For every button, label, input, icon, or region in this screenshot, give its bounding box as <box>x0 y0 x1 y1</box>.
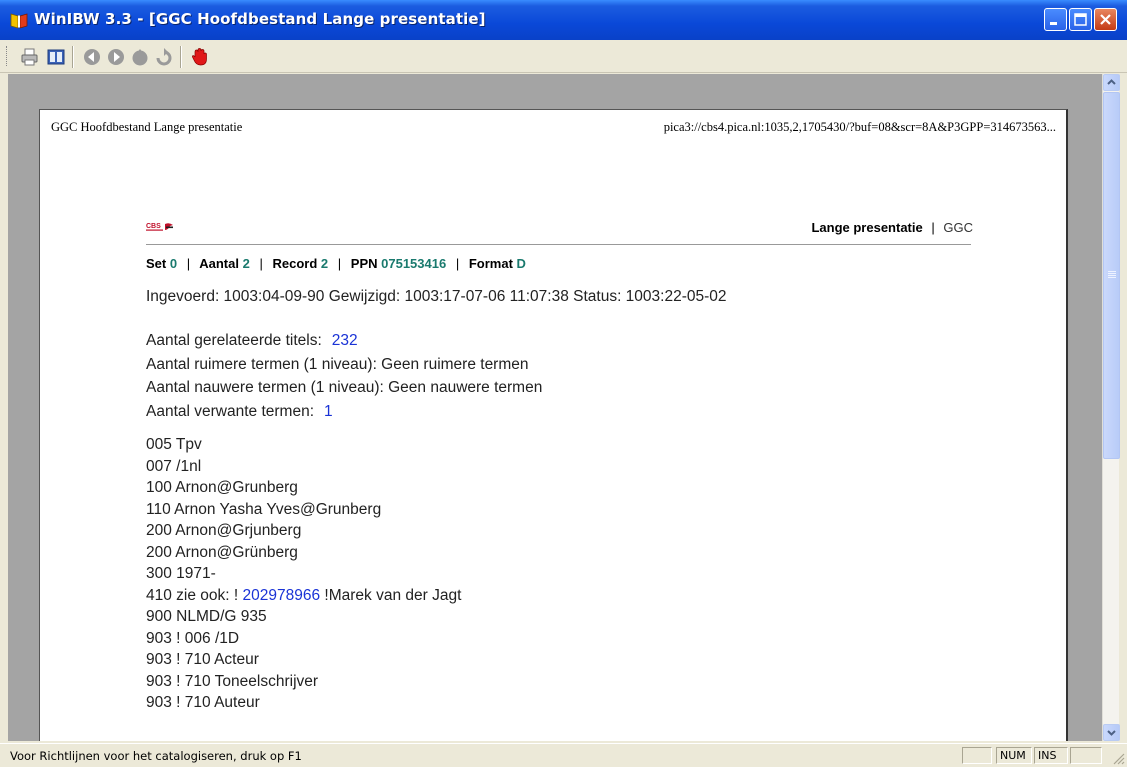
back-icon[interactable] <box>82 47 102 67</box>
resize-grip-icon[interactable] <box>1113 753 1125 765</box>
status-panel-num: NUM <box>996 747 1032 764</box>
toolbar-separator <box>180 46 181 68</box>
scroll-down-button[interactable] <box>1103 724 1120 741</box>
nav-separator: | <box>259 256 263 271</box>
minimize-icon <box>1050 22 1057 25</box>
close-button[interactable] <box>1094 8 1117 31</box>
field-row: 410 zie ook: ! 202978966 !Marek van der … <box>146 585 461 607</box>
header-divider <box>146 244 971 245</box>
field-row: 903 ! 006 /1D <box>146 629 240 647</box>
narrower-terms-row: Aantal nauwere termen (1 niveau): Geen n… <box>146 379 543 396</box>
status-bar: Voor Richtlijnen voor het catalogiseren,… <box>0 743 1127 767</box>
toolbar-separator <box>72 46 73 68</box>
related-terms-label: Aantal verwante termen: <box>146 402 315 420</box>
nav-separator: | <box>337 256 342 271</box>
print-icon[interactable] <box>20 47 40 67</box>
aantal-value: 2 <box>242 256 250 271</box>
field-row: 903 ! 710 Toneelschrijver <box>146 672 319 690</box>
maximize-button[interactable] <box>1069 8 1092 31</box>
database-name: GGC <box>943 220 973 235</box>
related-titles-row: Aantal gerelateerde titels: 232 <box>146 329 542 353</box>
field-row: 300 1971- <box>146 565 216 582</box>
title-bar[interactable]: WinIBW 3.3 - [GGC Hoofdbestand Lange pre… <box>0 0 1127 40</box>
page-header-title: GGC Hoofdbestand Lange presentatie <box>51 120 243 134</box>
print-preview-page: GGC Hoofdbestand Lange presentatie pica3… <box>39 109 1068 741</box>
document-area[interactable]: GGC Hoofdbestand Lange presentatie pica3… <box>8 74 1102 741</box>
vertical-scrollbar[interactable] <box>1102 74 1120 741</box>
home-icon[interactable] <box>130 47 150 67</box>
status-message: Voor Richtlijnen voor het catalogiseren,… <box>10 749 302 763</box>
field-row: 007 /1nl <box>146 457 202 475</box>
status-panel-ins: INS <box>1034 747 1068 764</box>
record-value: 2 <box>320 256 329 271</box>
book-icon[interactable] <box>46 47 66 67</box>
stop-hand-icon[interactable] <box>190 47 210 67</box>
broader-terms-row: Aantal ruimere termen (1 niveau): Geen r… <box>146 355 529 373</box>
app-book-icon <box>10 13 28 29</box>
field-410-suffix: !Marek van der Jagt <box>324 586 462 604</box>
field-row: 100 Arnon@Grunberg <box>146 479 298 496</box>
refresh-icon[interactable] <box>154 47 174 67</box>
cbs-logo-text: CBS <box>146 223 161 230</box>
nav-separator: | <box>455 256 460 271</box>
chevron-up-icon <box>1107 79 1116 85</box>
forward-icon[interactable] <box>106 47 126 67</box>
scroll-thumb[interactable] <box>1103 92 1120 459</box>
page-header-url: pica3://cbs4.pica.nl:1035,2,1705430/?buf… <box>663 120 1056 134</box>
status-panel-empty <box>962 747 992 764</box>
header-separator: | <box>931 220 935 235</box>
related-titles-label: Aantal gerelateerde titels: <box>146 332 322 349</box>
window-title: WinIBW 3.3 - [GGC Hoofdbestand Lange pre… <box>34 10 486 28</box>
format-value: D <box>516 256 526 271</box>
related-terms-link[interactable]: 1 <box>324 403 333 420</box>
field-row: 200 Arnon@Grjunberg <box>146 522 302 539</box>
field-row: 903 ! 710 Auteur <box>146 694 260 711</box>
ppn-label: PPN <box>350 256 378 271</box>
field-410-prefix: 410 zie ook: ! <box>146 586 239 604</box>
set-value: 0 <box>169 256 178 271</box>
maximize-icon <box>1074 13 1087 26</box>
field-row: 005 Tpv <box>146 436 202 453</box>
ppn-value: 075153416 <box>381 256 447 271</box>
record-metadata: Ingevoerd: 1003:04-09-90 Gewijzigd: 1003… <box>146 288 727 305</box>
presentation-label: Lange presentatie <box>811 220 923 235</box>
format-label: Format <box>468 256 513 271</box>
record-navigation: Set 0 | Aantal 2 | Record 2 | PPN 075153… <box>146 256 526 271</box>
aantal-label: Aantal <box>199 256 239 271</box>
field-410-link[interactable]: 202978966 <box>243 587 321 604</box>
set-label: Set <box>146 256 167 271</box>
cbs-logo: CBS <box>146 223 173 231</box>
nav-separator: | <box>186 256 191 271</box>
field-row: 900 NLMD/G 935 <box>146 608 267 625</box>
toolbar <box>0 40 1127 73</box>
related-titles-link[interactable]: 232 <box>332 332 358 349</box>
record-label: Record <box>272 256 318 271</box>
related-terms-row: Aantal verwante termen: 1 <box>146 400 542 424</box>
presentation-header: Lange presentatie | GGC <box>811 220 973 235</box>
field-row: 903 ! 710 Acteur <box>146 651 259 668</box>
status-panel-blank <box>1070 747 1102 764</box>
scroll-up-button[interactable] <box>1103 74 1120 91</box>
chevron-down-icon <box>1107 730 1116 736</box>
minimize-button[interactable] <box>1044 8 1067 31</box>
related-terms: Aantal gerelateerde titels: 232 Aantal ru… <box>146 329 542 423</box>
field-row: 200 Arnon@Grünberg <box>146 543 298 561</box>
field-row: 110 Arnon Yasha Yves@Grunberg <box>146 500 382 518</box>
toolbar-grip[interactable] <box>6 46 10 66</box>
record-fields: 005 Tpv 007 /1nl 100 Arnon@Grunberg 110 … <box>146 434 461 714</box>
close-icon <box>1100 14 1111 25</box>
